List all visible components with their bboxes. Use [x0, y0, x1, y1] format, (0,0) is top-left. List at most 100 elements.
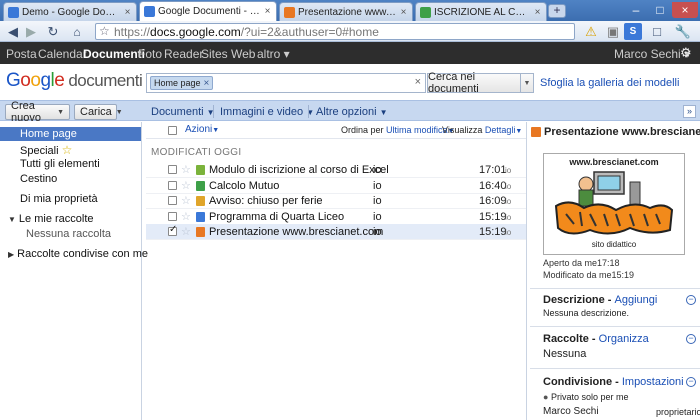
menu-immagini-video[interactable]: Immagini e video ▼: [220, 106, 314, 118]
back-icon[interactable]: ◀: [4, 23, 22, 40]
close-icon[interactable]: ×: [399, 7, 408, 18]
new-tab-button[interactable]: +: [548, 4, 566, 18]
view-control[interactable]: Visualizza Dettagli▼: [442, 125, 522, 135]
template-gallery-link[interactable]: Sfoglia la galleria dei modelli: [540, 77, 679, 89]
sidebar-item-cestino[interactable]: Cestino: [20, 173, 57, 185]
star-icon[interactable]: ☆: [181, 163, 191, 176]
menu-label: Altre opzioni: [316, 106, 377, 118]
triangle-right-icon[interactable]: ▶: [8, 250, 14, 259]
table-row[interactable]: ☆ Programma di Quarta Liceo io 15:19 io: [146, 209, 526, 225]
sidebar-item-tutti[interactable]: Tutti gli elementi: [20, 158, 100, 170]
gbar-link-posta[interactable]: Posta: [6, 47, 37, 61]
browser-tab-demo[interactable]: Demo - Google Documenti ×: [3, 2, 137, 21]
create-new-button[interactable]: Crea nuovo ▼: [5, 100, 70, 124]
google-documenti-logo[interactable]: Google documenti: [6, 70, 143, 92]
menu-documenti[interactable]: Documenti ▼: [151, 106, 215, 118]
row-modified-by: io: [505, 197, 512, 206]
sharing-settings-link[interactable]: Impostazioni: [622, 376, 684, 388]
sidebar-my-collections[interactable]: ▼ Le mie raccolte: [8, 213, 94, 225]
table-row[interactable]: ✓ ☆ Presentazione www.brescianet.com io 15:1…: [146, 224, 526, 240]
table-row[interactable]: ☆ Modulo di iscrizione al corso di Excel i…: [146, 162, 526, 178]
window-close-button[interactable]: ×: [672, 2, 698, 18]
organize-link[interactable]: Organizza: [599, 333, 649, 345]
sidebar-item-speciali[interactable]: Speciali ☆: [20, 143, 72, 157]
reload-icon[interactable]: ↻: [44, 23, 62, 40]
collections-title: Raccolte: [543, 333, 589, 345]
row-title[interactable]: Presentazione www.brescianet.com: [209, 226, 383, 238]
chevron-down-icon: ▼: [57, 108, 64, 116]
row-title[interactable]: Programma di Quarta Liceo: [209, 211, 344, 223]
sidebar-item-home[interactable]: Home page: [20, 128, 77, 140]
star-icon[interactable]: ☆: [181, 210, 191, 223]
star-icon[interactable]: ☆: [99, 24, 110, 38]
collapse-panel-button[interactable]: »: [683, 105, 696, 118]
row-modified-by: io: [505, 181, 512, 191]
star-icon[interactable]: ☆: [181, 179, 191, 192]
gbar-link-foto[interactable]: Foto: [138, 47, 162, 61]
star-icon[interactable]: ☆: [181, 225, 191, 238]
gear-icon[interactable]: ⚙: [680, 45, 692, 61]
gbar-link-web[interactable]: Web: [231, 47, 255, 61]
address-bar[interactable]: ☆ https://docs.google.com/?ui=2&authuser…: [95, 23, 575, 40]
warning-icon[interactable]: ⚠: [582, 23, 600, 40]
menu-altre-opzioni[interactable]: Altre opzioni ▼: [316, 106, 388, 118]
gbar-link-documenti[interactable]: Documenti: [83, 47, 145, 61]
search-input[interactable]: Home page × ×: [146, 73, 426, 93]
extension-icon[interactable]: ▣: [604, 23, 622, 40]
close-icon[interactable]: ×: [263, 6, 272, 17]
row-owner: io: [373, 195, 382, 207]
preview-thumbnail[interactable]: www.brescianet.com sito didattico: [543, 153, 685, 255]
sidebar-shared-collections[interactable]: ▶ Raccolte condivise con me: [8, 248, 148, 260]
home-icon[interactable]: ⌂: [68, 23, 86, 40]
table-row[interactable]: ☆ Avviso: chiuso per ferie io 16:09 io: [146, 193, 526, 209]
table-row[interactable]: ☆ Calcolo Mutuo io 16:40 io: [146, 178, 526, 194]
skype-icon[interactable]: S: [624, 23, 642, 40]
sharing-heading: Condivisione - Impostazioni: [543, 376, 684, 388]
sort-control[interactable]: Ordina per Ultima modifica▼: [341, 125, 455, 135]
actions-menu[interactable]: Azioni▼: [185, 124, 219, 135]
gbar-link-altro[interactable]: altro ▾: [257, 47, 290, 61]
forward-icon[interactable]: ▶: [22, 23, 40, 40]
gbar-link-reader[interactable]: Reader: [164, 47, 203, 61]
sidebar-no-collections: Nessuna raccolta: [26, 228, 111, 240]
collapse-icon[interactable]: −: [686, 295, 696, 305]
sort-value[interactable]: Ultima modifica: [386, 125, 448, 135]
maximize-button[interactable]: □: [648, 2, 672, 18]
row-checkbox[interactable]: [168, 180, 177, 190]
row-title[interactable]: Avviso: chiuso per ferie: [209, 195, 323, 207]
minimize-button[interactable]: –: [624, 2, 648, 18]
row-title[interactable]: Modulo di iscrizione al corso di Excel: [209, 164, 389, 176]
user-menu[interactable]: Marco Sechi ▾: [614, 47, 690, 61]
sidebar-item-di-mia-proprieta[interactable]: Di mia proprietà: [20, 193, 98, 205]
collapse-icon[interactable]: −: [686, 334, 696, 344]
browser-tab-iscrizione[interactable]: ISCRIZIONE AL CORSO DI ... ×: [415, 2, 547, 21]
row-checkbox[interactable]: [168, 196, 177, 205]
row-checkbox[interactable]: [168, 211, 177, 221]
add-description-link[interactable]: Aggiungi: [615, 294, 658, 306]
row-time: 15:19: [479, 210, 507, 223]
collapse-icon[interactable]: −: [686, 377, 696, 387]
row-title[interactable]: Calcolo Mutuo: [209, 180, 279, 192]
page-menu-icon[interactable]: □: [648, 23, 666, 40]
select-all-checkbox[interactable]: [168, 126, 177, 135]
triangle-down-icon[interactable]: ▼: [8, 215, 16, 224]
preview-title[interactable]: Presentazione www.brescianet.c: [544, 126, 700, 138]
browser-tab-presentation[interactable]: Presentazione www.bresci... ×: [279, 2, 413, 21]
search-options-dropdown[interactable]: ▼: [521, 73, 534, 93]
close-icon[interactable]: ×: [533, 7, 542, 18]
sharing-private-label: Privato solo per me: [550, 392, 629, 402]
search-button[interactable]: Cerca nei documenti: [427, 71, 521, 95]
close-icon[interactable]: ×: [123, 7, 132, 18]
upload-button[interactable]: Carica ▼: [74, 104, 123, 120]
browser-tab-home[interactable]: Google Documenti - Home ... ×: [139, 1, 277, 21]
wrench-icon[interactable]: 🔧: [674, 23, 692, 40]
gbar-link-sites[interactable]: Sites: [201, 47, 228, 61]
view-value[interactable]: Dettagli: [485, 125, 516, 135]
row-checkbox[interactable]: ✓: [168, 224, 177, 236]
gbar-link-calendar[interactable]: Calendar: [38, 47, 87, 61]
close-icon[interactable]: ×: [204, 78, 210, 89]
row-checkbox[interactable]: [168, 165, 177, 174]
star-icon[interactable]: ☆: [181, 194, 191, 207]
clear-icon[interactable]: ×: [415, 76, 421, 88]
search-filter-chip[interactable]: Home page ×: [150, 76, 214, 90]
